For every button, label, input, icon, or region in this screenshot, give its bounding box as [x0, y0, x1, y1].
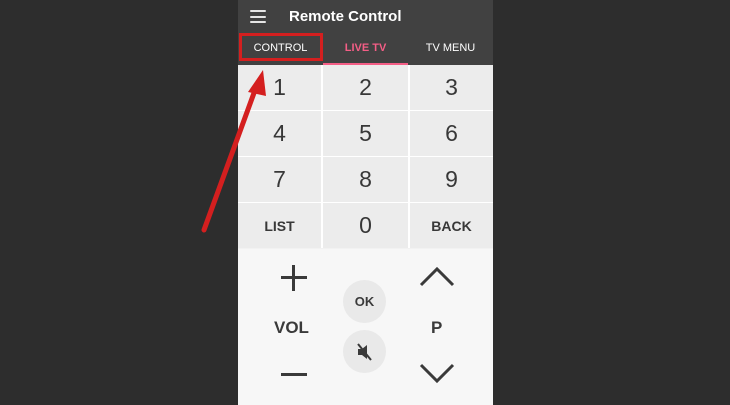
app-title: Remote Control: [289, 8, 402, 25]
channel-label: P: [431, 318, 443, 337]
tab-bar: CONTROL LIVE TV TV MENU: [238, 34, 493, 65]
tab-control[interactable]: CONTROL: [238, 34, 323, 65]
list-button[interactable]: LIST: [238, 203, 321, 248]
key-9[interactable]: 9: [410, 157, 493, 202]
ok-button[interactable]: OK: [343, 280, 386, 323]
tab-tv-menu[interactable]: TV MENU: [408, 34, 493, 65]
mute-speaker-icon: [356, 342, 372, 361]
key-6[interactable]: 6: [410, 111, 493, 156]
channel-down-icon[interactable]: [419, 361, 455, 385]
key-7[interactable]: 7: [238, 157, 321, 202]
key-8[interactable]: 8: [323, 157, 408, 202]
mute-button[interactable]: [343, 330, 386, 373]
number-keypad: 1 2 3 4 5 6 7 8 9 LIST 0 BACK: [238, 65, 493, 248]
key-4[interactable]: 4: [238, 111, 321, 156]
key-1[interactable]: 1: [238, 65, 321, 110]
app-bar: Remote Control: [238, 0, 493, 34]
hamburger-menu-icon[interactable]: [250, 10, 266, 23]
volume-down-button[interactable]: [281, 373, 307, 376]
tab-live-tv[interactable]: LIVE TV: [323, 34, 408, 65]
volume-label: VOL: [274, 318, 309, 337]
key-2[interactable]: 2: [323, 65, 408, 110]
back-button[interactable]: BACK: [410, 203, 493, 248]
channel-up-icon[interactable]: [419, 265, 455, 289]
key-5[interactable]: 5: [323, 111, 408, 156]
key-3[interactable]: 3: [410, 65, 493, 110]
volume-up-button[interactable]: [281, 265, 307, 291]
key-0[interactable]: 0: [323, 203, 408, 248]
